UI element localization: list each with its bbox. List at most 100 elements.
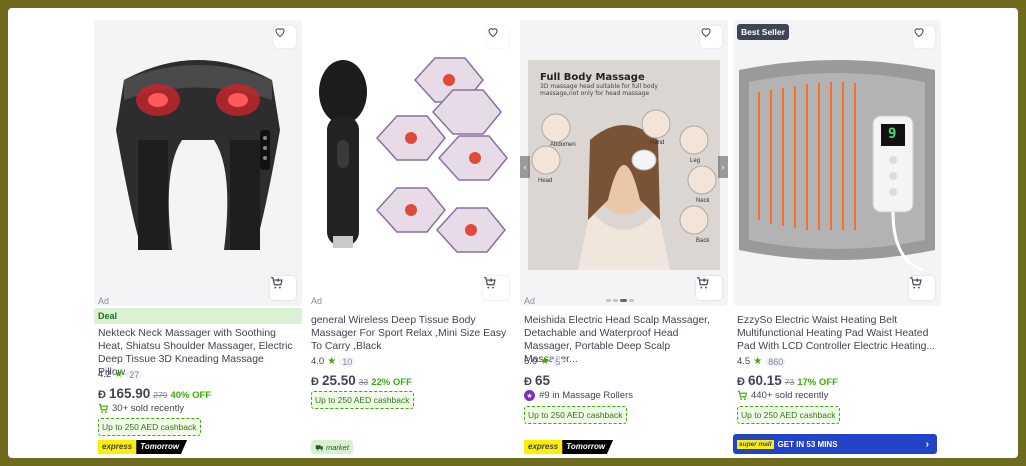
- image-label: Head: [538, 178, 553, 184]
- currency-symbol: Đ: [311, 376, 319, 388]
- product-card[interactable]: Full Body Massage 3D massage head suitab…: [520, 20, 728, 456]
- currency-symbol: Đ: [524, 376, 532, 388]
- supermall-logo: super mall: [737, 439, 774, 449]
- add-to-cart-button[interactable]: [909, 276, 935, 300]
- express-badge: express Tomorrow: [524, 440, 614, 454]
- product-image[interactable]: Ad: [307, 20, 515, 306]
- product-image[interactable]: Full Body Massage 3D massage head suitab…: [520, 20, 728, 306]
- chevron-right-icon: ›: [925, 438, 929, 450]
- neck-massager-illustration: [116, 60, 280, 250]
- ad-label: Ad: [311, 296, 323, 306]
- carousel-dot[interactable]: [620, 299, 627, 302]
- image-label: Abdomen: [550, 142, 576, 148]
- cart-icon: [737, 390, 748, 401]
- product-image[interactable]: Ad: [94, 20, 302, 306]
- heart-icon: [488, 28, 498, 38]
- old-price: 279: [153, 390, 168, 400]
- express-badge: express Tomorrow: [98, 440, 188, 454]
- sold-text: 30+ sold recently: [112, 403, 185, 414]
- star-icon: ★: [327, 356, 337, 367]
- supermall-text: GET IN 53 MINS: [777, 439, 838, 449]
- carousel-dot[interactable]: [629, 299, 634, 302]
- rating-value: 4.0: [311, 356, 325, 367]
- star-icon: ★: [114, 369, 124, 380]
- sold-recently: 440+ sold recently: [737, 390, 828, 401]
- image-carousel-dots[interactable]: [606, 299, 634, 302]
- delivery-label: Tomorrow: [136, 440, 188, 454]
- add-to-cart-button[interactable]: [696, 276, 722, 300]
- image-title: Full Body Massage: [540, 72, 645, 83]
- prev-image-button[interactable]: ‹: [520, 156, 530, 178]
- product-rating: 4.2 ★ 27: [98, 369, 143, 380]
- cart-plus-icon: [271, 277, 283, 289]
- supermall-banner[interactable]: super mall GET IN 53 MINS ›: [733, 434, 937, 454]
- discount-label: 22% OFF: [371, 377, 412, 388]
- product-rating: 5.0 ★ 5: [524, 356, 564, 367]
- truck-icon: [315, 444, 323, 450]
- cart-plus-icon: [910, 277, 922, 289]
- discount-label: 40% OFF: [170, 390, 212, 401]
- product-rating: 4.5 ★ 860: [737, 356, 787, 367]
- deal-badge: Deal: [94, 308, 302, 324]
- carousel-dot[interactable]: [606, 299, 611, 302]
- old-price: 33: [358, 377, 369, 387]
- product-image[interactable]: 9 Best Seller: [733, 20, 941, 306]
- rating-value: 5.0: [524, 356, 538, 367]
- product-price: Đ 60.15 73 17% OFF: [737, 373, 838, 388]
- delivery-label: Tomorrow: [562, 440, 614, 454]
- cart-icon: [98, 403, 109, 414]
- product-rating: 4.0 ★ 10: [311, 356, 356, 367]
- image-label: Leg: [690, 158, 701, 164]
- product-price: Đ 65: [524, 373, 550, 388]
- product-grid: Ad Deal Nekteck Neck Massager with Sooth…: [8, 8, 1018, 458]
- product-title[interactable]: general Wireless Deep Tissue Body Massag…: [311, 314, 511, 353]
- ad-label: Ad: [524, 296, 536, 306]
- old-price: 73: [784, 377, 795, 387]
- favorite-button[interactable]: [913, 26, 935, 48]
- lcd-display: 9: [888, 126, 897, 142]
- favorite-button[interactable]: [487, 26, 509, 48]
- wand-massager-illustration: [319, 57, 508, 253]
- add-to-cart-button[interactable]: [483, 276, 509, 300]
- heating-belt-illustration: [739, 60, 935, 272]
- image-label: Neck: [696, 198, 710, 204]
- product-price: Đ 165.90 279 40% OFF: [98, 386, 211, 401]
- rating-value: 4.5: [737, 356, 751, 367]
- favorite-button[interactable]: [274, 26, 296, 48]
- rating-value: 4.2: [98, 369, 112, 380]
- sold-text: 440+ sold recently: [751, 390, 829, 401]
- heart-icon: [275, 28, 285, 38]
- cashback-badge: Up to 250 AED cashback: [524, 406, 627, 424]
- favorite-button[interactable]: [700, 26, 722, 48]
- heart-icon: [701, 28, 711, 38]
- chevron-left-icon: ‹: [523, 162, 527, 172]
- product-card[interactable]: 9 Best Seller EzzySo Electric Waist Heat…: [733, 20, 941, 456]
- express-label: express: [98, 440, 137, 454]
- review-count: 27: [126, 369, 143, 380]
- market-badge: market: [311, 440, 353, 454]
- market-label: market: [326, 442, 349, 452]
- best-seller-badge: Best Seller: [737, 24, 789, 40]
- product-title[interactable]: EzzySo Electric Waist Heating Belt Multi…: [737, 314, 937, 353]
- review-count: 860: [765, 356, 787, 367]
- add-to-cart-button[interactable]: [270, 276, 296, 300]
- currency-symbol: Đ: [737, 376, 745, 388]
- product-card[interactable]: Ad general Wireless Deep Tissue Body Mas…: [307, 20, 515, 456]
- cart-plus-icon: [697, 277, 709, 289]
- image-label: Hand: [650, 140, 665, 146]
- image-label: Back: [696, 238, 710, 244]
- product-price: Đ 25.50 33 22% OFF: [311, 373, 412, 388]
- next-image-button[interactable]: ›: [718, 156, 728, 178]
- rank-text: #9 in Massage Rollers: [539, 390, 633, 401]
- price-value: 165.90: [108, 386, 151, 401]
- rank-icon: ★: [524, 390, 535, 401]
- carousel-dot[interactable]: [613, 299, 618, 302]
- category-rank[interactable]: ★ #9 in Massage Rollers: [524, 390, 633, 401]
- review-count: 5: [552, 356, 564, 367]
- review-count: 10: [339, 356, 356, 367]
- discount-label: 17% OFF: [797, 377, 838, 388]
- star-icon: ★: [753, 356, 763, 367]
- product-card[interactable]: Ad Deal Nekteck Neck Massager with Sooth…: [94, 20, 302, 456]
- express-label: express: [524, 440, 563, 454]
- ad-label: Ad: [98, 296, 110, 306]
